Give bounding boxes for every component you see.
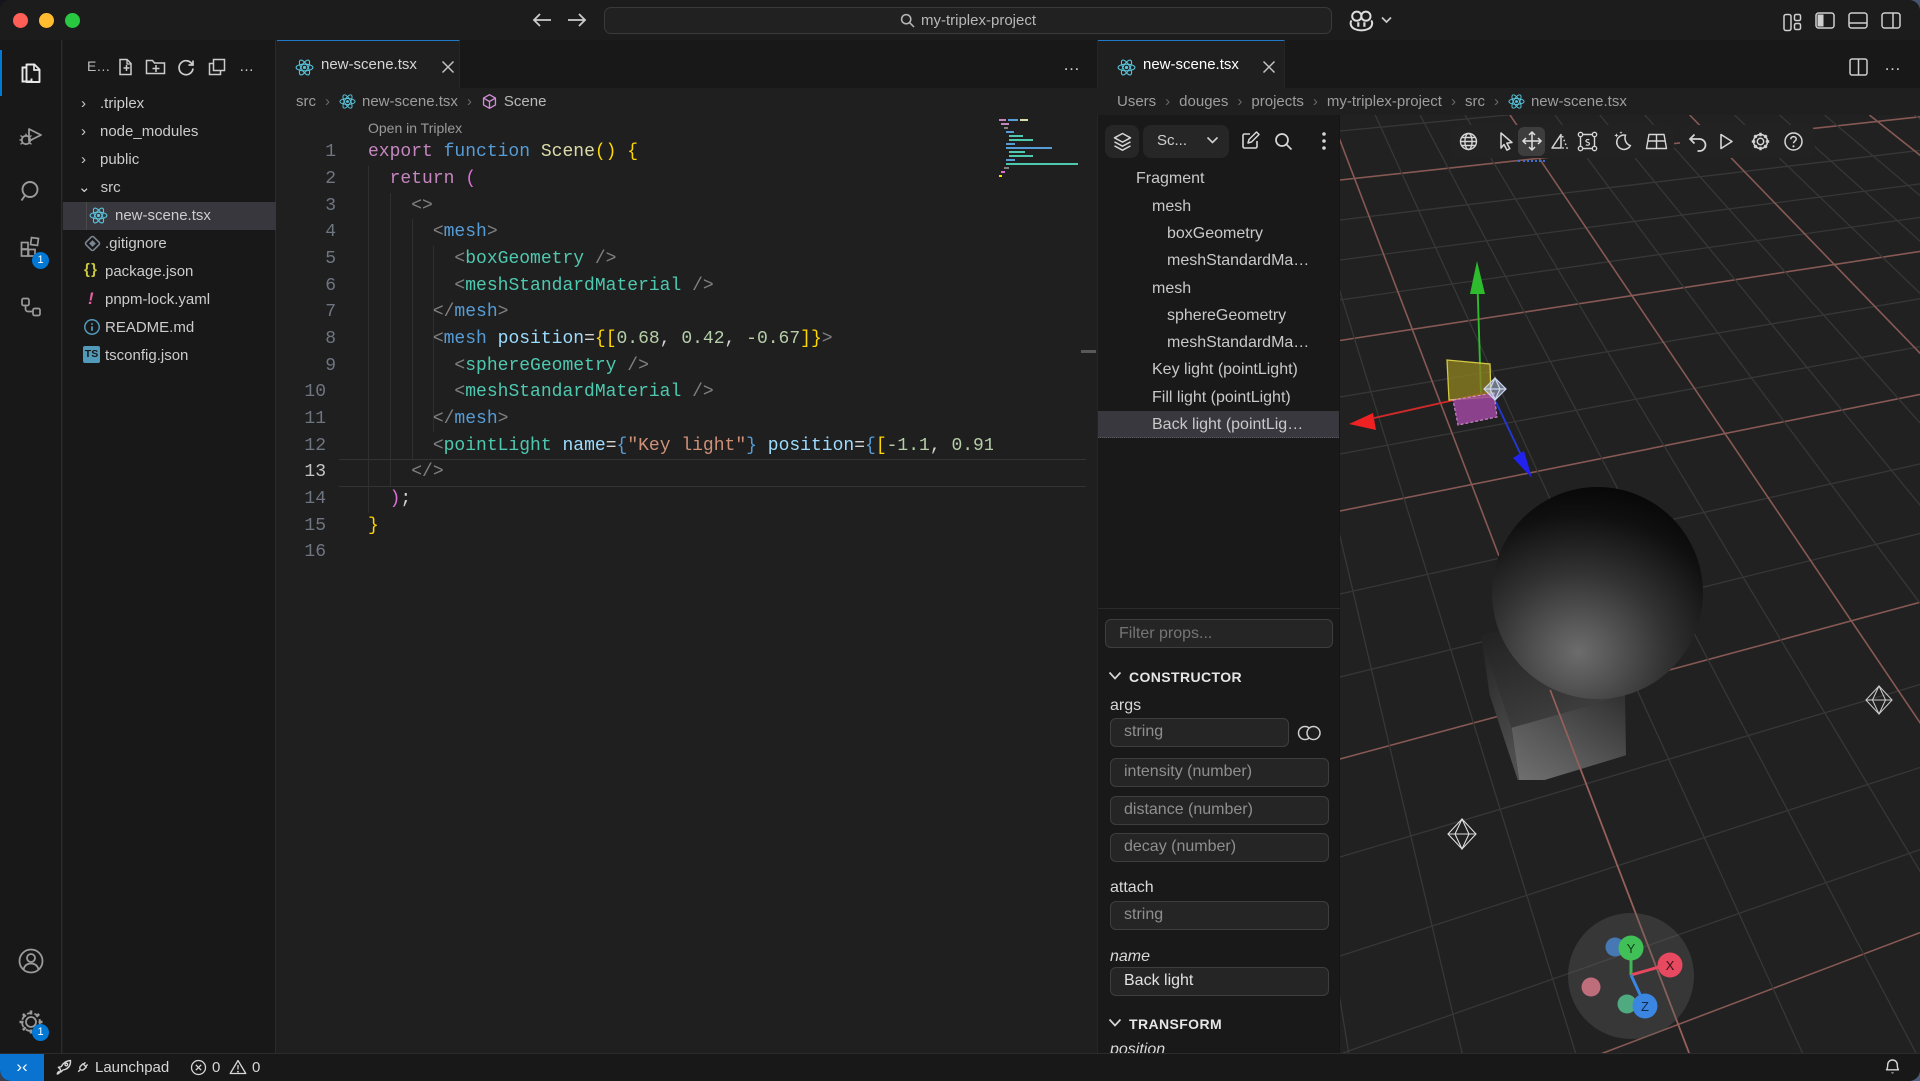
svg-text:Y: Y [1627,941,1636,956]
svg-text:X: X [1666,958,1675,973]
svg-text:Z: Z [1641,999,1649,1014]
